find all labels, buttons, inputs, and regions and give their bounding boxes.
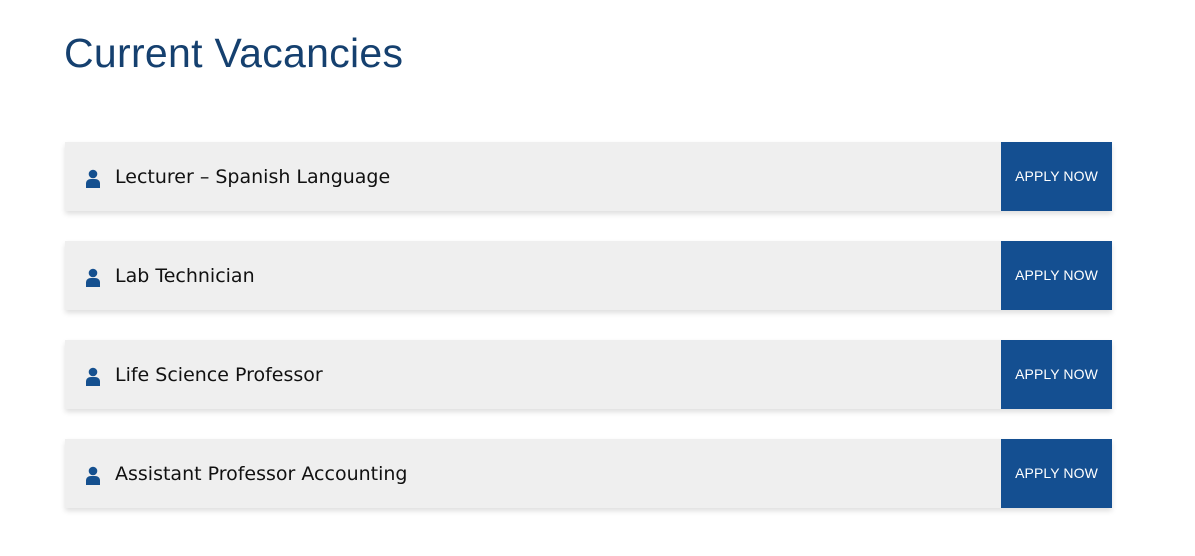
vacancy-title: Life Science Professor [115,364,323,386]
user-icon [86,268,100,287]
apply-now-button[interactable]: APPLY NOW [1001,142,1112,211]
apply-now-button[interactable]: APPLY NOW [1001,439,1112,508]
user-icon [86,169,100,188]
vacancy-title: Lecturer – Spanish Language [115,166,391,188]
vacancy-title: Assistant Professor Accounting [115,463,408,485]
vacancy-row: Assistant Professor Accounting APPLY NOW [65,439,1112,508]
user-icon [86,367,100,386]
vacancy-title: Lab Technician [115,265,255,287]
apply-now-button[interactable]: APPLY NOW [1001,241,1112,310]
page-title: Current Vacancies [64,30,404,76]
vacancy-list: Lecturer – Spanish Language APPLY NOW La… [65,142,1112,508]
user-icon [86,466,100,485]
apply-now-button[interactable]: APPLY NOW [1001,340,1112,409]
vacancy-row: Life Science Professor APPLY NOW [65,340,1112,409]
vacancy-row: Lab Technician APPLY NOW [65,241,1112,310]
vacancy-row: Lecturer – Spanish Language APPLY NOW [65,142,1112,211]
